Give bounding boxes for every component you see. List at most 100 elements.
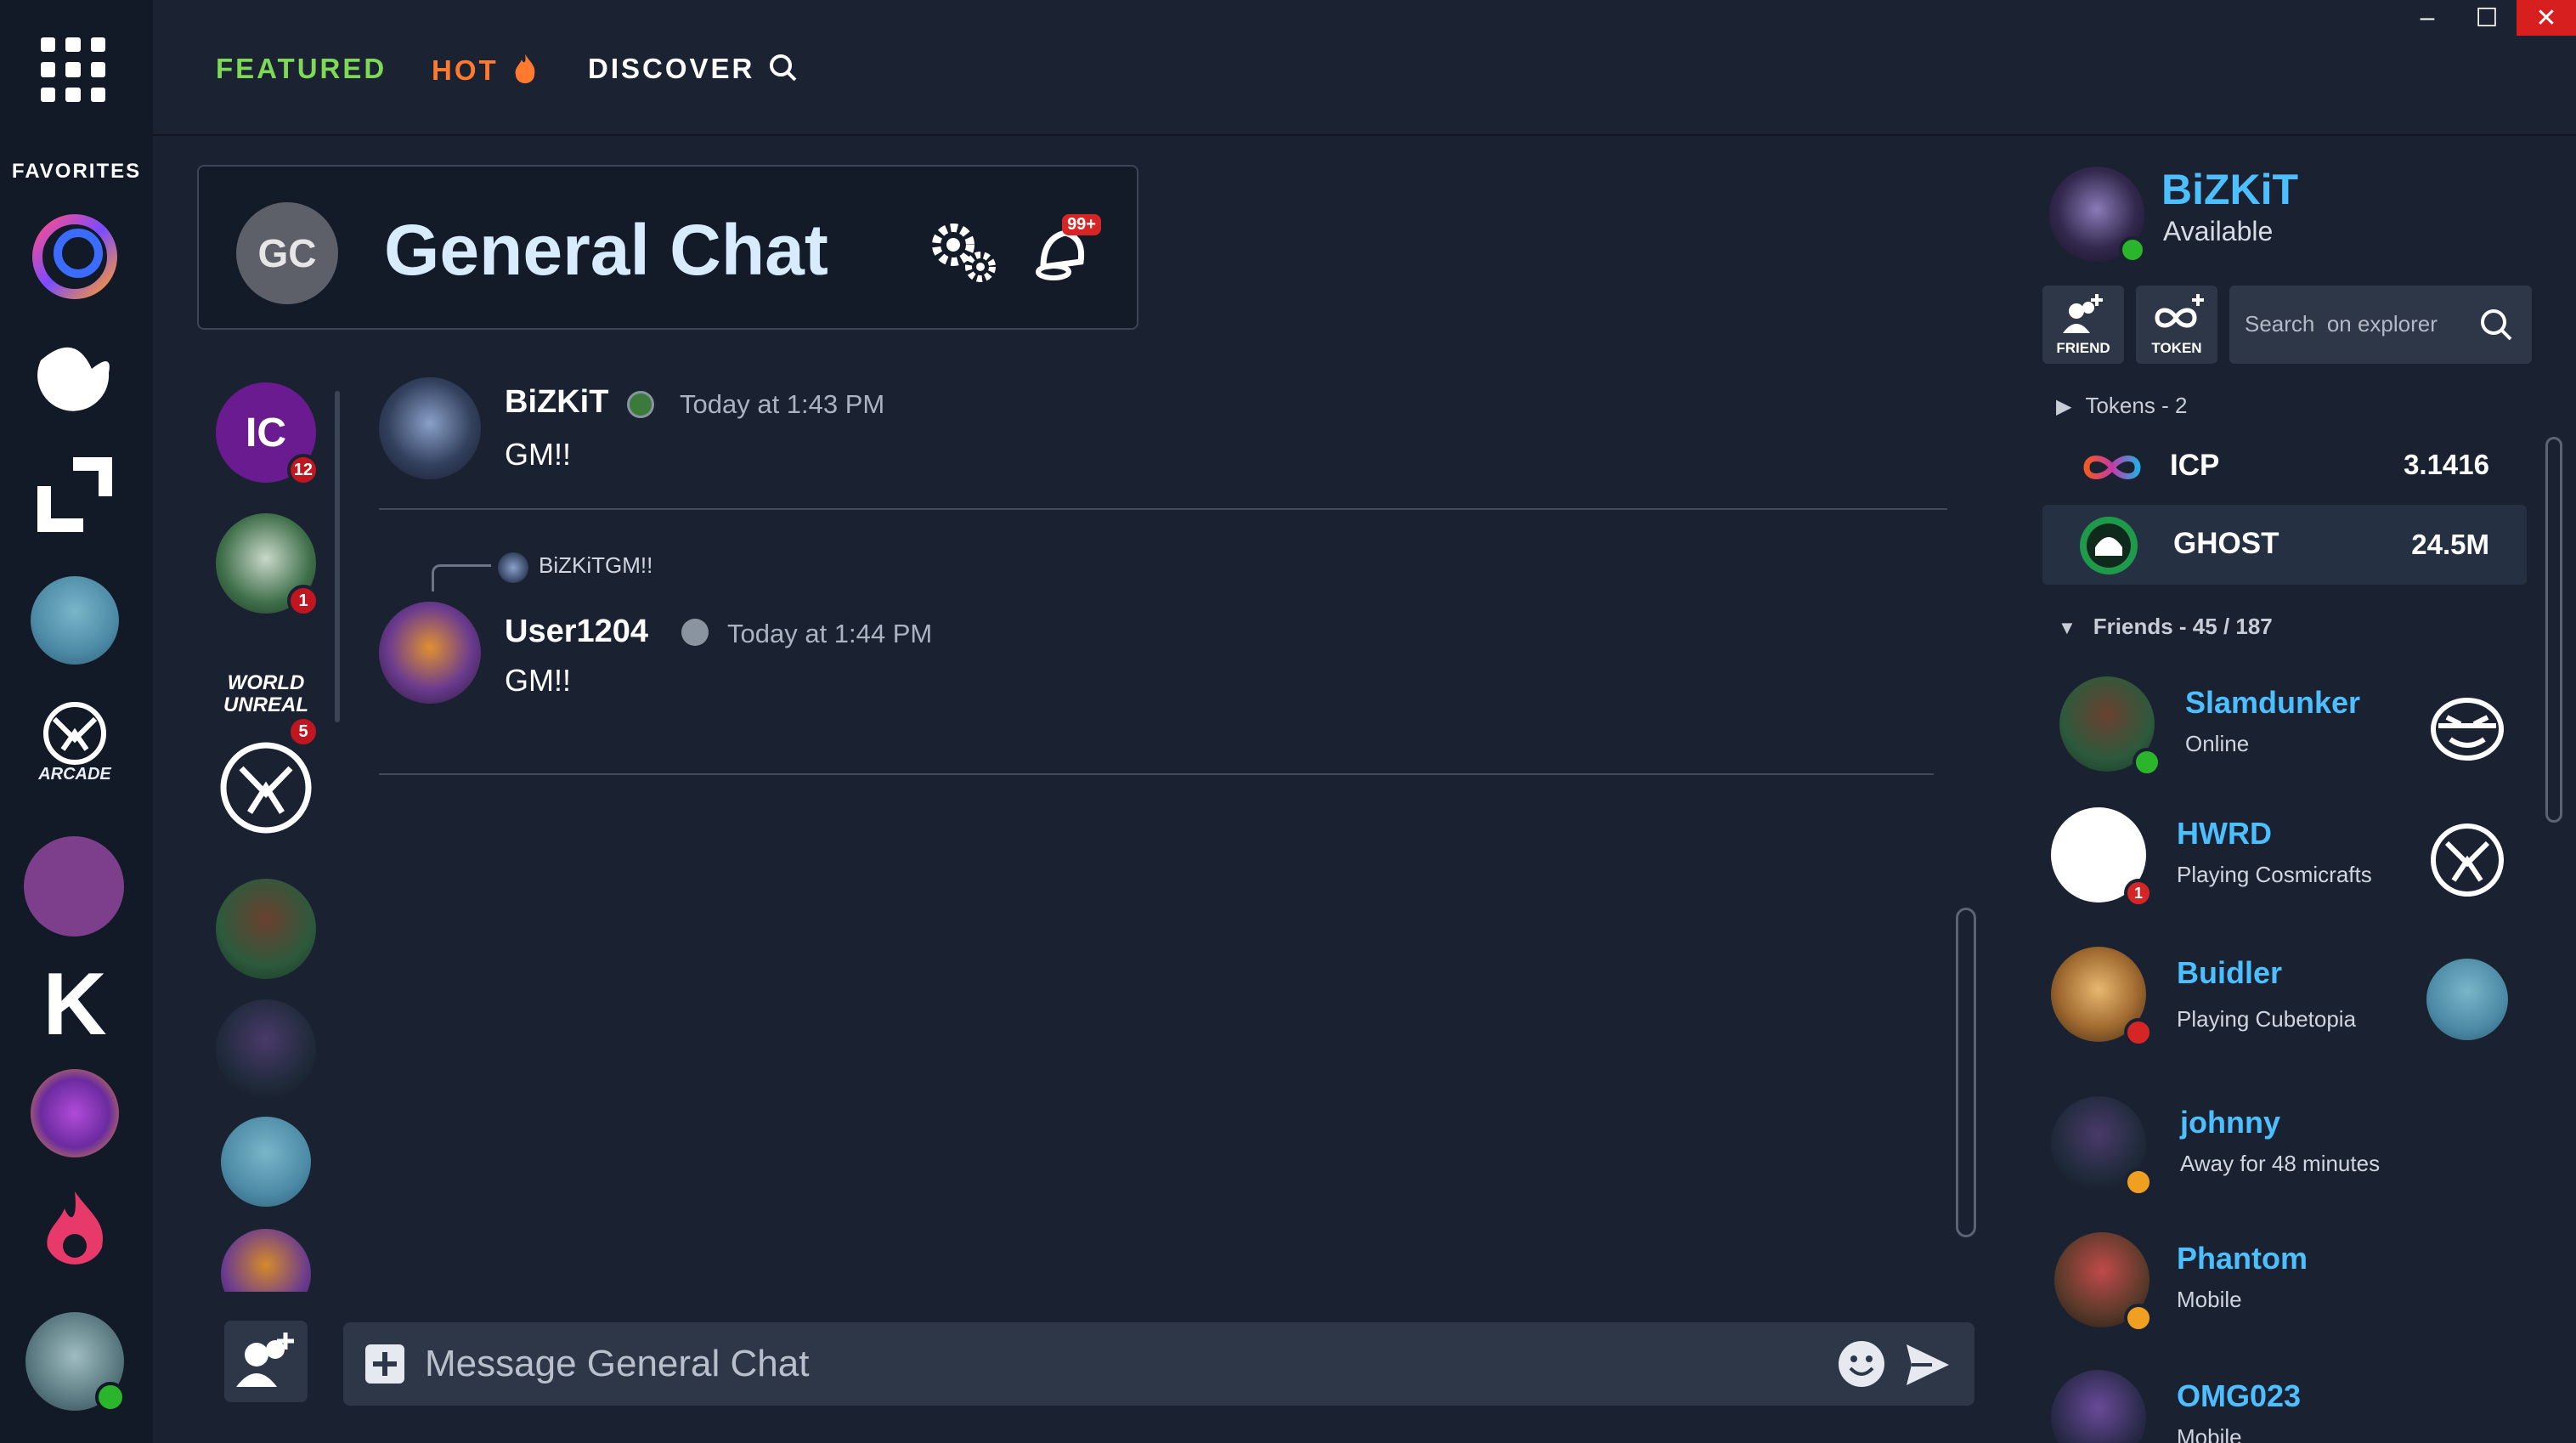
explorer-search-input[interactable]	[2245, 304, 2474, 343]
add-friend-label: FRIEND	[2056, 340, 2110, 356]
away-status-dot	[2124, 1168, 2153, 1197]
maximize-button[interactable]: ☐	[2457, 0, 2517, 36]
unread-badge: 12	[286, 454, 319, 486]
member-avatar-arcade[interactable]	[216, 738, 316, 838]
channel-avatar: GC	[236, 202, 338, 304]
token-name: ICP	[2170, 449, 2220, 482]
invite-to-chat-button[interactable]	[224, 1321, 308, 1402]
message-avatar[interactable]	[379, 602, 481, 704]
explorer-search	[2229, 286, 2532, 364]
reply-avatar	[498, 552, 528, 583]
friend-name: OMG023	[2177, 1378, 2302, 1413]
friend-status: Playing Cosmicrafts	[2177, 862, 2372, 887]
friend-status: Mobile	[2177, 1424, 2242, 1443]
friend-avatar	[2051, 1370, 2146, 1443]
token-row-icp[interactable]: ICP 3.1416	[2042, 427, 2527, 506]
attach-plus-icon[interactable]	[365, 1344, 404, 1384]
add-token-button[interactable]: TOKEN	[2136, 286, 2217, 364]
message-divider	[379, 508, 1947, 510]
unread-badge: 1	[287, 585, 319, 617]
profile-status[interactable]: Available	[2163, 216, 2273, 247]
friend-row-phantom[interactable]: Phantom Mobile	[2042, 1215, 2527, 1343]
member-avatar-buidler[interactable]	[221, 1117, 311, 1207]
add-user-icon	[236, 1333, 294, 1387]
friend-name: Slamdunker	[2185, 685, 2361, 720]
friend-name: johnny	[2180, 1105, 2280, 1140]
friend-name: Phantom	[2177, 1241, 2308, 1276]
frame-app-icon[interactable]	[31, 450, 119, 539]
cube-avatar-app-icon[interactable]	[31, 576, 119, 665]
friend-row-omg023[interactable]: OMG023 Mobile	[2042, 1353, 2527, 1443]
unread-badge: 1	[2124, 879, 2153, 908]
game-cubetopia-icon	[2426, 959, 2508, 1040]
friend-status: Playing Cubetopia	[2177, 1006, 2357, 1032]
send-icon[interactable]	[1903, 1341, 1952, 1389]
message-text: GM!!	[505, 437, 571, 472]
favorites-rail: FAVORITES ARCADE K	[0, 0, 153, 1443]
member-avatar-slamdunker[interactable]	[216, 879, 316, 979]
cat-app-icon[interactable]	[24, 836, 124, 937]
k-label: K	[42, 954, 107, 1054]
fox-app-icon[interactable]	[31, 1069, 119, 1157]
reply-author: BiZKiT	[539, 552, 605, 578]
search-icon	[769, 54, 796, 82]
nav-featured[interactable]: FEATURED	[216, 53, 387, 85]
member-avatar-user1204[interactable]	[221, 1229, 311, 1292]
message-author[interactable]: User1204	[505, 614, 648, 650]
flame-icon	[515, 54, 535, 83]
dnd-status-dot	[2124, 1018, 2153, 1047]
arcade-app-icon[interactable]: ARCADE	[31, 699, 119, 787]
nav-discover[interactable]: DISCOVER	[588, 53, 798, 85]
friend-row-johnny[interactable]: johnny Away for 48 minutes	[2042, 1079, 2527, 1207]
friend-row-hwrd[interactable]: 1 HWRD Playing Cosmicrafts	[2042, 790, 2527, 918]
search-icon[interactable]	[2479, 308, 2513, 342]
member-avatar-ic[interactable]: IC 12	[216, 382, 319, 486]
flame-app-icon[interactable]	[31, 1186, 119, 1275]
close-button[interactable]: ✕	[2517, 0, 2576, 36]
apps-grid-icon[interactable]	[41, 37, 105, 102]
minimize-button[interactable]: –	[2398, 0, 2457, 36]
ghost-app-icon[interactable]	[31, 333, 119, 422]
reply-preview[interactable]: BiZKiTGM!!	[539, 552, 652, 579]
message-scrollbar[interactable]	[1956, 908, 1976, 1237]
member-avatar-skunk[interactable]: 1	[216, 513, 319, 617]
message-timestamp: Today at 1:44 PM	[727, 619, 933, 648]
verified-icon	[627, 391, 654, 418]
message-composer	[343, 1322, 1974, 1406]
channel-title: General Chat	[384, 210, 828, 290]
message-timestamp: Today at 1:43 PM	[680, 389, 885, 419]
add-friend-button[interactable]: FRIEND	[2042, 286, 2124, 364]
message-author[interactable]: BiZKiT	[505, 384, 608, 421]
notification-bell-icon[interactable]: 99+	[1031, 214, 1101, 286]
settings-gear-icon[interactable]	[924, 218, 999, 286]
message-avatar[interactable]	[379, 377, 481, 479]
tokens-header: Tokens - 2	[2085, 393, 2188, 418]
nav-hot-label: HOT	[432, 54, 499, 86]
friends-scrollbar[interactable]	[2545, 437, 2562, 823]
friends-section-toggle[interactable]: ▼ Friends - 45 / 187	[2058, 614, 2273, 640]
member-list-scrollbar[interactable]	[335, 391, 340, 722]
add-friend-icon	[2063, 294, 2103, 333]
troll-app-icon[interactable]	[25, 1312, 126, 1412]
profile-name[interactable]: BiZKiT	[2161, 165, 2298, 214]
tokens-section-toggle[interactable]: ▶ Tokens - 2	[2056, 393, 2187, 419]
icp-logo-icon	[2083, 456, 2141, 479]
friend-row-slamdunker[interactable]: Slamdunker Online	[2042, 659, 2527, 787]
member-avatar-world-unreal[interactable]: WORLD UNREAL 5	[216, 644, 319, 748]
k-app-icon[interactable]: K	[31, 955, 119, 1054]
friend-name: Buidler	[2177, 955, 2283, 990]
game-laughing-face-icon	[2431, 698, 2504, 761]
profile-avatar[interactable]	[2049, 167, 2146, 263]
friend-status: Online	[2185, 731, 2250, 756]
away-status-dot	[2124, 1304, 2153, 1333]
friend-row-buidler[interactable]: Buidler Playing Cubetopia	[2042, 930, 2527, 1057]
swirl-app-icon[interactable]	[31, 212, 119, 301]
token-row-ghost[interactable]: GHOST 24.5M	[2042, 505, 2527, 585]
nav-hot[interactable]: HOT	[432, 53, 538, 87]
friend-status: Away for 48 minutes	[2180, 1151, 2381, 1176]
reply-connector	[432, 564, 491, 591]
member-avatar-johnny[interactable]	[216, 999, 316, 1100]
message-text: GM!!	[505, 663, 571, 698]
emoji-icon[interactable]	[1837, 1339, 1886, 1389]
message-input[interactable]	[425, 1334, 1818, 1394]
